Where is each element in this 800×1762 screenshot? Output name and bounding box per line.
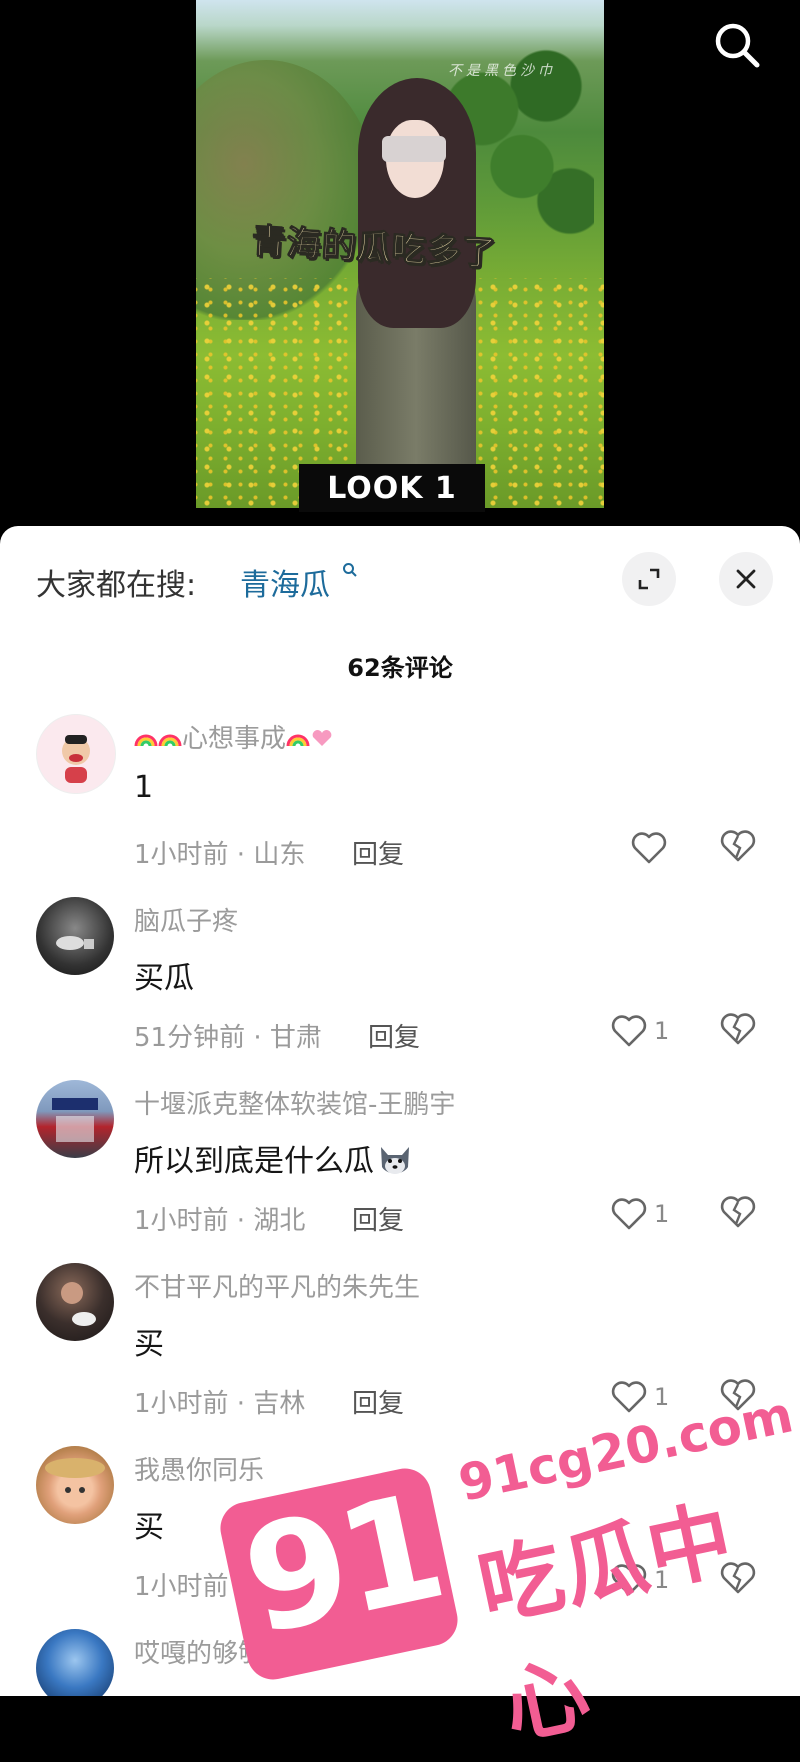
comment-meta: 1小时前 · 湖北 <box>134 1206 306 1236</box>
dislike-button[interactable] <box>718 1560 758 1600</box>
avatar[interactable] <box>36 1446 114 1524</box>
reply-button[interactable]: 回复 <box>368 1017 420 1054</box>
like-button[interactable]: 1 <box>610 1011 669 1051</box>
comment-username[interactable]: 脑瓜子疼 <box>134 901 238 938</box>
comment-text-content: 所以到底是什么瓜 <box>134 1144 374 1179</box>
comment-text: 1 <box>134 770 154 805</box>
avatar[interactable] <box>36 714 116 794</box>
comment-item: 心想事成 1 1小时前 · 山东 回复 <box>0 714 800 897</box>
hearts-icon <box>310 725 334 755</box>
heart-icon <box>611 1381 647 1413</box>
search-button[interactable] <box>710 18 764 72</box>
comment-username[interactable]: 不甘平凡的平凡的朱先生 <box>134 1267 420 1304</box>
heart-icon <box>611 1015 647 1047</box>
close-icon <box>736 569 756 589</box>
sheet-header: 大家都在搜: 青海瓜 <box>0 546 800 616</box>
comment-meta: 51分钟前 · 甘肃 <box>134 1023 322 1053</box>
comment-item: 不甘平凡的平凡的朱先生 买 1小时前 · 吉林 回复 1 <box>0 1263 800 1446</box>
avatar[interactable] <box>36 1080 114 1158</box>
rainbow-icon <box>158 725 182 755</box>
hot-search-term[interactable]: 青海瓜 <box>240 560 330 604</box>
comment-text: 所以到底是什么瓜 <box>134 1136 414 1185</box>
comment-item: 脑瓜子疼 买瓜 51分钟前 · 甘肃 回复 1 <box>0 897 800 1080</box>
comment-username[interactable]: 十堰派克整体软装馆-王鹏宇 <box>134 1084 455 1121</box>
dislike-button[interactable] <box>718 828 758 868</box>
comment-text: 买瓜 <box>134 961 194 996</box>
hot-search-label: 大家都在搜: <box>36 568 197 603</box>
avatar[interactable] <box>36 1263 114 1341</box>
reply-button[interactable]: 回复 <box>352 1383 404 1420</box>
comment-username[interactable]: 心想事成 <box>134 718 334 755</box>
avatar[interactable] <box>36 897 114 975</box>
like-button[interactable] <box>630 828 674 868</box>
person-figure <box>346 78 486 508</box>
like-button[interactable]: 1 <box>610 1194 669 1234</box>
comment-username[interactable]: 哎嘎的够够的 <box>134 1633 290 1670</box>
comment-count: 62条评论 <box>347 654 453 682</box>
broken-heart-icon <box>720 1379 756 1411</box>
heart-icon <box>631 832 667 864</box>
heart-icon <box>611 1198 647 1230</box>
expand-icon <box>638 568 660 590</box>
broken-heart-icon <box>720 1196 756 1228</box>
like-button[interactable]: 1 <box>610 1560 669 1600</box>
comment-meta: 1小时前 · 吉林 <box>134 1389 306 1419</box>
reply-button[interactable]: 回复 <box>352 834 404 871</box>
heart-icon <box>611 1564 647 1596</box>
reply-button[interactable]: 回复 <box>352 1200 404 1237</box>
expand-button[interactable] <box>622 552 676 606</box>
figure-headscarf <box>358 78 476 328</box>
like-button[interactable]: 1 <box>610 1377 669 1417</box>
husky-emoji-icon <box>376 1141 414 1185</box>
like-count: 1 <box>654 1566 670 1594</box>
search-small-icon <box>342 562 358 583</box>
comment-item: 我愚你同乐 买 1小时前 · 湖北 回复 1 <box>0 1446 800 1629</box>
comment-sheet: 大家都在搜: 青海瓜 62条评论 心想事成 1 1小时前 · 山东 回复 脑瓜子… <box>0 526 800 1696</box>
comment-text: 买 <box>134 1510 164 1545</box>
broken-heart-icon <box>720 830 756 862</box>
comment-meta: 1小时前 · 山东 <box>134 840 306 870</box>
comment-item: 十堰派克整体软装馆-王鹏宇 所以到底是什么瓜 1小时前 · 湖北 回复 1 <box>0 1080 800 1263</box>
comment-username-text: 心想事成 <box>182 724 287 754</box>
comment-item: 哎嘎的够够的 <box>0 1629 800 1696</box>
comment-text: 买 <box>134 1327 164 1362</box>
search-icon <box>715 23 760 68</box>
look-badge: LOOK 1 <box>299 464 485 512</box>
broken-heart-icon <box>720 1562 756 1594</box>
dislike-button[interactable] <box>718 1194 758 1234</box>
close-button[interactable] <box>719 552 773 606</box>
rainbow-icon <box>286 725 310 755</box>
dislike-button[interactable] <box>718 1011 758 1051</box>
face-mosaic <box>382 136 446 162</box>
video-watermark: 不是黑色沙巾 <box>448 63 556 79</box>
like-count: 1 <box>654 1017 670 1045</box>
rainbow-icon <box>134 725 158 755</box>
reply-button[interactable]: 回复 <box>352 1566 404 1603</box>
dislike-button[interactable] <box>718 1377 758 1417</box>
avatar[interactable] <box>36 1629 114 1696</box>
like-count: 1 <box>654 1383 670 1411</box>
comment-username[interactable]: 我愚你同乐 <box>134 1450 264 1487</box>
comment-meta: 1小时前 · 湖北 <box>134 1572 306 1602</box>
like-count: 1 <box>654 1200 670 1228</box>
video-area[interactable]: 不是黑色沙巾 青海的瓜吃多了 LOOK 1 <box>0 0 800 540</box>
broken-heart-icon <box>720 1013 756 1045</box>
